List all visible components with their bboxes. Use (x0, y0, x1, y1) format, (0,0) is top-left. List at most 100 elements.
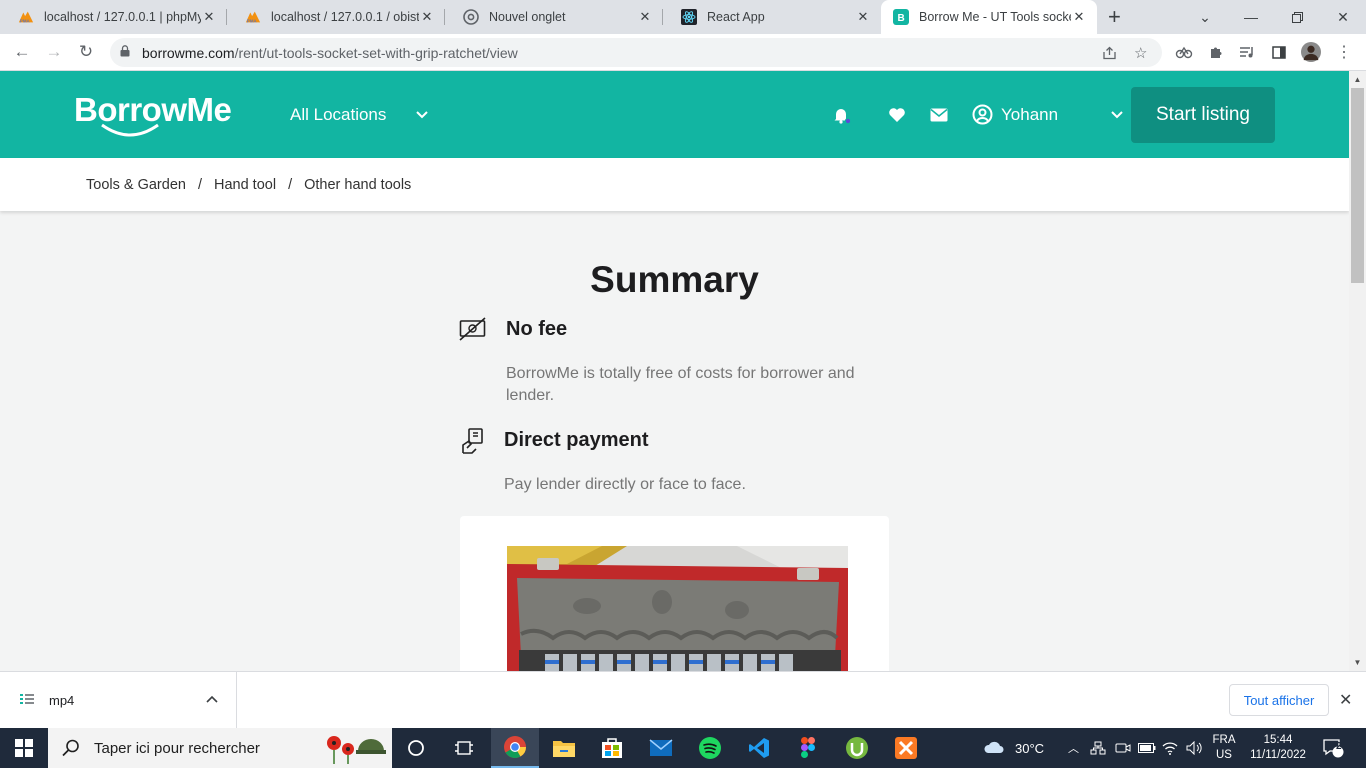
close-tab-icon[interactable]: ✕ (1071, 9, 1087, 25)
chrome-taskbar-icon[interactable] (491, 728, 539, 768)
weather-widget[interactable]: 30°C (983, 728, 1044, 768)
socket-set-photo[interactable] (507, 546, 848, 671)
page-viewport: BorrowMe All Locations Yohann Start list… (0, 71, 1349, 671)
breadcrumb-item[interactable]: Tools & Garden (86, 177, 186, 193)
poppy-decoration-icon (320, 731, 388, 768)
browser-tab[interactable]: Nouvel onglet ✕ (445, 0, 663, 34)
download-item[interactable]: mp4 (0, 672, 237, 728)
xampp-icon[interactable] (882, 728, 930, 768)
figma-icon[interactable] (784, 728, 832, 768)
site-header: BorrowMe All Locations Yohann Start list… (0, 71, 1349, 158)
minimize-button[interactable]: — (1228, 0, 1274, 34)
widgets-icon[interactable] (440, 728, 488, 768)
location-selector[interactable]: All Locations (290, 105, 386, 125)
file-explorer-icon[interactable] (540, 728, 588, 768)
ms-store-icon[interactable] (588, 728, 636, 768)
close-tab-icon[interactable]: ✕ (855, 9, 871, 25)
browser-toolbar: ← → ↻ borrowme.com/rent/ut-tools-socket-… (0, 34, 1366, 71)
media-control-icon[interactable] (1237, 42, 1257, 62)
task-view-icon[interactable] (392, 728, 440, 768)
react-icon (681, 9, 697, 25)
heart-icon[interactable] (887, 105, 907, 125)
user-name: Yohann (1001, 104, 1059, 124)
wifi-icon[interactable] (1162, 728, 1178, 768)
phpmyadmin-icon: PMA (245, 9, 261, 25)
clock[interactable]: 15:44 11/11/2022 (1246, 728, 1310, 768)
breadcrumb-separator: / (288, 176, 293, 193)
feature-description: BorrowMe is totally free of costs for bo… (506, 365, 855, 404)
browser-tab[interactable]: PMA localhost / 127.0.0.1 / obisto ✕ (227, 0, 445, 34)
user-menu[interactable]: Yohann (972, 104, 1058, 125)
extension-icon[interactable] (1174, 42, 1194, 62)
meet-now-icon[interactable] (1115, 728, 1131, 768)
search-icon (62, 739, 80, 757)
back-icon[interactable]: ← (10, 40, 34, 64)
mail-icon[interactable] (929, 105, 949, 125)
svg-text:PMA: PMA (20, 18, 31, 23)
feature-title: No fee (506, 318, 568, 340)
download-file-name: mp4 (49, 693, 75, 708)
logo-smile-icon (101, 123, 159, 137)
spotify-icon[interactable] (686, 728, 734, 768)
summary-title: Summary (590, 259, 759, 300)
close-tab-icon[interactable]: ✕ (637, 9, 653, 25)
chrome-menu-icon[interactable]: ⋮ (1334, 42, 1354, 62)
battery-icon[interactable] (1138, 728, 1156, 768)
feature-title: Direct payment (504, 429, 649, 451)
phpmyadmin-icon: PMA (18, 9, 34, 25)
taskbar-search[interactable]: Taper ici pour rechercher (48, 728, 392, 768)
mail-app-icon[interactable] (637, 728, 685, 768)
browser-tab-strip: PMA localhost / 127.0.0.1 | phpMy ✕ PMA … (0, 0, 1366, 34)
close-tab-icon[interactable]: ✕ (201, 9, 217, 25)
bell-icon[interactable] (832, 105, 852, 125)
bookmark-star-icon[interactable]: ☆ (1134, 38, 1147, 67)
close-window-button[interactable]: ✕ (1320, 0, 1366, 34)
breadcrumb: Tools & Garden / Hand tool / Other hand … (0, 158, 1349, 211)
browser-tab-active[interactable]: B Borrow Me - UT Tools socket ✕ (881, 0, 1097, 34)
forward-icon[interactable]: → (42, 40, 66, 64)
browser-tab[interactable]: React App ✕ (663, 0, 881, 34)
breadcrumb-item[interactable]: Other hand tools (304, 177, 411, 193)
breadcrumb-item[interactable]: Hand tool (214, 177, 276, 193)
puzzle-icon[interactable] (1206, 42, 1226, 62)
network-tray-icon[interactable] (1090, 728, 1106, 768)
utorrent-icon[interactable] (833, 728, 881, 768)
restore-button[interactable] (1274, 0, 1320, 34)
start-listing-button[interactable]: Start listing (1131, 87, 1275, 143)
reload-icon[interactable]: ↻ (74, 40, 98, 64)
browser-tab[interactable]: PMA localhost / 127.0.0.1 | phpMy ✕ (0, 0, 227, 34)
address-bar[interactable]: borrowme.com/rent/ut-tools-socket-set-wi… (110, 38, 1162, 67)
language-indicator[interactable]: FRA US (1208, 728, 1240, 768)
windows-start-icon[interactable] (0, 728, 48, 768)
borrowme-icon: B (893, 9, 909, 25)
share-icon[interactable] (1102, 38, 1118, 67)
tab-search-icon[interactable]: ⌄ (1182, 0, 1228, 34)
scroll-down-icon[interactable]: ▼ (1349, 654, 1366, 671)
page-scrollbar[interactable]: ▲ ▼ (1349, 71, 1366, 671)
show-hidden-icons[interactable]: ︿ (1068, 728, 1079, 768)
new-tab-button[interactable]: + (1108, 6, 1121, 28)
side-panel-icon[interactable] (1269, 42, 1289, 62)
download-shelf: mp4 Tout afficher ✕ (0, 671, 1366, 728)
cloud-rain-icon (983, 740, 1005, 756)
breadcrumb-separator: / (197, 176, 202, 193)
chevron-down-icon[interactable] (414, 109, 430, 121)
notification-center-icon[interactable]: 2 (1322, 728, 1344, 768)
url-text: borrowme.com/rent/ut-tools-socket-set-wi… (142, 44, 518, 61)
chrome-icon (463, 9, 479, 25)
show-all-downloads-button[interactable]: Tout afficher (1229, 684, 1329, 716)
close-shelf-icon[interactable]: ✕ (1339, 690, 1352, 710)
svg-text:PMA: PMA (247, 18, 258, 23)
chevron-up-icon[interactable] (205, 694, 219, 704)
chevron-down-icon[interactable] (1109, 109, 1125, 121)
scroll-up-icon[interactable]: ▲ (1349, 71, 1366, 88)
volume-icon[interactable] (1186, 728, 1204, 768)
profile-avatar[interactable] (1301, 42, 1321, 62)
lock-icon[interactable] (120, 44, 130, 62)
windows-taskbar: Taper ici pour rechercher 30°C ︿ FRA US … (0, 728, 1366, 768)
close-tab-icon[interactable]: ✕ (419, 9, 435, 25)
hand-payment-icon (460, 427, 486, 460)
notification-count: 2 (1336, 741, 1342, 752)
scrollbar-thumb[interactable] (1351, 88, 1364, 283)
vscode-icon[interactable] (735, 728, 783, 768)
